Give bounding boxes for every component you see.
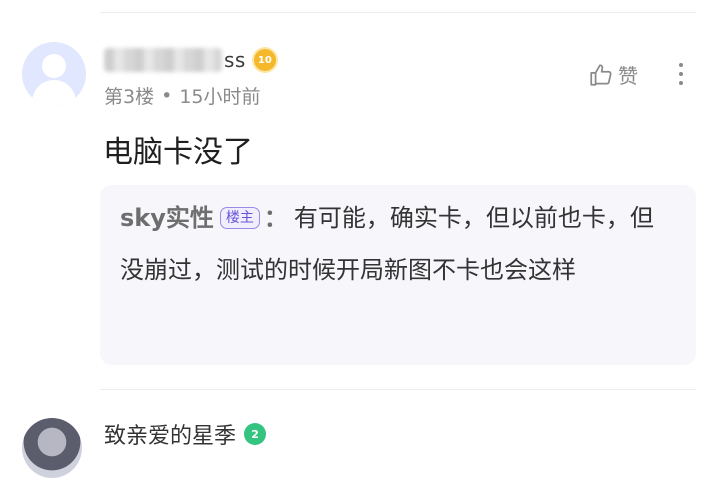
- comment-text: 电脑卡没了: [103, 135, 253, 170]
- bottom-divider: [100, 389, 696, 390]
- top-divider: [100, 12, 696, 13]
- next-username-row[interactable]: 致亲爱的星季 2: [104, 418, 267, 450]
- like-label: 赞: [618, 64, 638, 88]
- thumb-up-icon: [590, 63, 612, 86]
- op-badge: 楼主: [219, 207, 260, 229]
- username-visible: ss: [224, 48, 246, 72]
- reply-box[interactable]: sky实性 楼主：有可能，确实卡，但以前也卡，但没崩过，测试的时候开局新图不卡也会…: [100, 185, 696, 365]
- like-button[interactable]: 赞: [588, 60, 638, 89]
- user-avatar[interactable]: [22, 42, 86, 106]
- comment-meta: 第3楼 • 15小时前: [104, 82, 261, 109]
- avatar-head-shape: [42, 54, 66, 78]
- floor-number: 第3楼: [104, 86, 155, 108]
- meta-separator: •: [161, 84, 173, 107]
- more-vertical-icon[interactable]: [672, 58, 690, 92]
- level-badge-icon: 10: [253, 49, 276, 71]
- reply-author[interactable]: sky实性: [120, 204, 214, 232]
- username[interactable]: ss 10: [104, 46, 276, 74]
- next-user-avatar[interactable]: [22, 418, 82, 478]
- next-username: 致亲爱的星季: [104, 424, 237, 449]
- username-redacted: [104, 48, 222, 72]
- avatar-body-shape: [32, 80, 76, 106]
- reply-colon: ：: [263, 204, 288, 232]
- next-level-badge-icon: 2: [244, 423, 267, 445]
- reply-content: sky实性 楼主：有可能，确实卡，但以前也卡，但没崩过，测试的时候开局新图不卡也会…: [120, 192, 674, 296]
- comment-time: 15小时前: [179, 86, 261, 108]
